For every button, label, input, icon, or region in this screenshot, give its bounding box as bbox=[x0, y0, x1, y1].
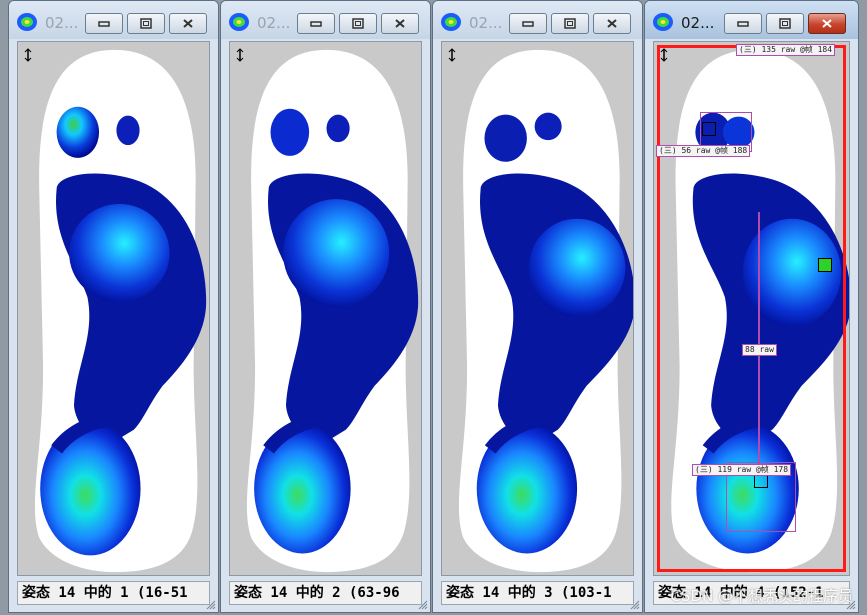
minimize-button[interactable] bbox=[297, 13, 335, 34]
pressure-map[interactable]: (三) 135 raw @帧 184 (三) 56 raw @帧 188 88 … bbox=[653, 41, 850, 576]
window-title: 02... bbox=[469, 14, 503, 32]
close-icon bbox=[395, 19, 405, 28]
close-button[interactable] bbox=[381, 13, 419, 34]
viewer-window-2[interactable]: 02... 姿态 14 中的 2 (63-96 bbox=[220, 0, 431, 613]
heel-peak-marker[interactable] bbox=[754, 474, 768, 488]
minimize-button[interactable] bbox=[85, 13, 123, 34]
pressure-map[interactable] bbox=[229, 41, 422, 576]
pressure-map[interactable] bbox=[17, 41, 210, 576]
title-bar[interactable]: 02... bbox=[9, 1, 218, 39]
close-icon bbox=[607, 19, 617, 28]
resize-arrow-icon bbox=[24, 48, 32, 62]
pressure-plot bbox=[442, 42, 633, 575]
size-grip-icon[interactable] bbox=[630, 600, 640, 610]
app-icon bbox=[441, 13, 461, 31]
annotation-heel-label: (三) 119 raw @帧 178 bbox=[692, 464, 792, 476]
toe-peak-marker[interactable] bbox=[702, 122, 716, 136]
maximize-icon bbox=[140, 18, 152, 29]
status-bar: 姿态 14 中的 3 (103-1 bbox=[441, 581, 634, 605]
pressure-plot bbox=[230, 42, 421, 575]
resize-arrow-icon bbox=[448, 48, 456, 62]
app-icon bbox=[653, 13, 673, 31]
resize-arrow-icon bbox=[236, 48, 244, 62]
close-button[interactable] bbox=[593, 13, 631, 34]
maximize-icon bbox=[352, 18, 364, 29]
annotation-toe-label: (三) 56 raw @帧 188 bbox=[656, 145, 751, 157]
app-icon bbox=[229, 13, 249, 31]
close-icon bbox=[183, 19, 193, 28]
window-title: 02... bbox=[681, 14, 715, 32]
minimize-icon bbox=[98, 20, 110, 27]
minimize-icon bbox=[737, 20, 749, 27]
app-icon bbox=[17, 13, 37, 31]
maximize-button[interactable] bbox=[339, 13, 377, 34]
maximize-button[interactable] bbox=[551, 13, 589, 34]
title-bar[interactable]: 02... bbox=[645, 1, 858, 39]
maximize-button[interactable] bbox=[766, 13, 804, 34]
annotation-top-label: (三) 135 raw @帧 184 bbox=[736, 44, 836, 56]
title-bar[interactable]: 02... bbox=[433, 1, 642, 39]
window-title: 02... bbox=[45, 14, 79, 32]
maximize-icon bbox=[564, 18, 576, 29]
close-button[interactable] bbox=[808, 13, 846, 34]
minimize-icon bbox=[310, 20, 322, 27]
midfoot-peak-marker[interactable] bbox=[818, 258, 832, 272]
annotation-mid-label: 88 raw bbox=[742, 344, 777, 356]
midfoot-region-line[interactable] bbox=[758, 212, 760, 472]
resize-arrow-icon bbox=[660, 48, 668, 62]
window-title: 02... bbox=[257, 14, 291, 32]
title-bar[interactable]: 02... bbox=[221, 1, 430, 39]
minimize-button[interactable] bbox=[724, 13, 762, 34]
viewer-window-4[interactable]: 02... (三) 135 raw @帧 184 (三) 56 raw @帧 1… bbox=[644, 0, 859, 613]
size-grip-icon[interactable] bbox=[418, 600, 428, 610]
size-grip-icon[interactable] bbox=[206, 600, 216, 610]
status-bar: 姿态 14 中的 2 (63-96 bbox=[229, 581, 422, 605]
viewer-window-1[interactable]: 02... 姿态 14 中的 1 (16-51 bbox=[8, 0, 219, 613]
status-bar: 姿态 14 中的 1 (16-51 bbox=[17, 581, 210, 605]
minimize-icon bbox=[522, 20, 534, 27]
maximize-icon bbox=[779, 18, 791, 29]
watermark: CSDN @不想秃头的程序员 bbox=[670, 587, 853, 605]
viewer-window-3[interactable]: 02... 姿态 14 中的 3 (103-1 bbox=[432, 0, 643, 613]
pressure-map[interactable] bbox=[441, 41, 634, 576]
close-icon bbox=[822, 19, 832, 28]
maximize-button[interactable] bbox=[127, 13, 165, 34]
minimize-button[interactable] bbox=[509, 13, 547, 34]
close-button[interactable] bbox=[169, 13, 207, 34]
pressure-plot bbox=[18, 42, 209, 575]
